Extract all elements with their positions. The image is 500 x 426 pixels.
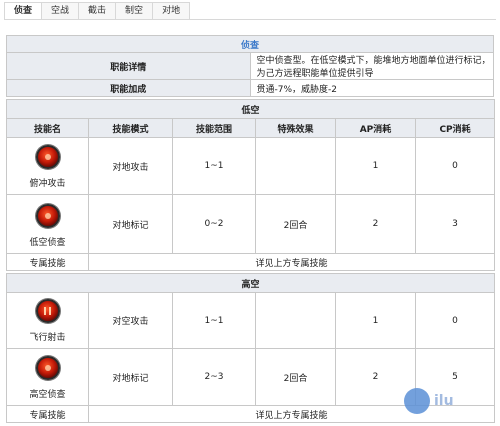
skill-ap: 2	[335, 194, 416, 254]
col-special-effect: 特殊效果	[255, 118, 336, 138]
skill-mode: 对地攻击	[88, 137, 173, 195]
skill-mode: 对地标记	[88, 194, 173, 254]
role-info-table: 侦查 职能详情 空中侦查型。在低空模式下，能堆地方地面单位进行标记，为己方远程职…	[6, 35, 494, 97]
col-cp-cost: CP消耗	[414, 118, 496, 138]
tab-air-combat[interactable]: 空战	[42, 2, 80, 20]
table-row: 俯冲攻击 对地攻击 1~1 1 0	[6, 137, 496, 195]
col-ap-cost: AP消耗	[335, 118, 416, 138]
watermark-text: ilu	[434, 393, 454, 409]
low-altitude-table: 低空 技能名 技能模式 技能范围 特殊效果 AP消耗 CP消耗 俯冲攻击 对地攻…	[5, 99, 496, 271]
skill-ap: 1	[335, 292, 416, 349]
tab-bar: 侦查 空战 截击 制空 对地	[4, 2, 191, 20]
skill-range: 1~1	[172, 137, 256, 195]
skill-effect: 2回合	[255, 194, 336, 254]
role-detail-value: 空中侦查型。在低空模式下，能堆地方地面单位进行标记，为己方远程职能单位提供引导	[249, 52, 494, 80]
skill-mode: 对地标记	[88, 348, 173, 406]
skill-range: 2~3	[172, 348, 256, 406]
high-altitude-title: 高空	[5, 273, 496, 293]
col-skill-range: 技能范围	[172, 118, 256, 138]
role-bonus-value: 贯通-7%，威胁度-2	[249, 79, 494, 97]
tab-recon[interactable]: 侦查	[4, 2, 43, 20]
skill-cell: 飞行射击	[6, 292, 89, 349]
skill-effect	[255, 137, 336, 195]
role-detail-label: 职能详情	[6, 52, 251, 80]
col-skill-mode: 技能模式	[88, 118, 173, 138]
low-altitude-title: 低空	[5, 99, 496, 119]
skill-cp: 3	[414, 194, 496, 254]
table-row: 低空侦查 对地标记 0~2 2回合 2 3	[6, 194, 496, 254]
tab-air-superiority[interactable]: 制空	[116, 2, 154, 20]
role-bonus-label: 职能加成	[6, 79, 251, 97]
skill-cell: 俯冲攻击	[6, 137, 89, 195]
skill-effect	[255, 292, 336, 349]
skill-cp: 0	[414, 292, 496, 349]
special-skill-value: 详见上方专属技能	[87, 253, 496, 271]
low-recon-icon	[35, 204, 60, 228]
role-title: 侦查	[6, 35, 494, 53]
skill-effect: 2回合	[255, 348, 336, 406]
flight-shot-icon	[35, 299, 60, 323]
skill-name: 低空侦查	[29, 238, 66, 248]
special-skill-label: 专属技能	[6, 405, 89, 423]
tab-ground-attack[interactable]: 对地	[153, 2, 191, 20]
special-skill-label: 专属技能	[6, 253, 89, 271]
skill-cp: 0	[414, 137, 496, 195]
dive-attack-icon	[35, 145, 60, 169]
skill-cell: 高空侦查	[6, 348, 89, 406]
skill-name: 俯冲攻击	[29, 179, 66, 189]
watermark-logo-icon	[404, 388, 430, 414]
skill-cell: 低空侦查	[6, 194, 89, 254]
skill-name: 高空侦查	[29, 390, 66, 400]
table-row: 飞行射击 对空攻击 1~1 1 0	[6, 292, 496, 349]
tab-intercept[interactable]: 截击	[79, 2, 117, 20]
skill-name: 飞行射击	[29, 333, 66, 343]
watermark: ilu	[404, 386, 494, 416]
col-skill-name: 技能名	[6, 118, 89, 138]
high-recon-icon	[35, 356, 60, 380]
tab-divider	[4, 19, 496, 20]
skill-range: 1~1	[172, 292, 256, 349]
skill-ap: 1	[335, 137, 416, 195]
skill-range: 0~2	[172, 194, 256, 254]
skill-mode: 对空攻击	[88, 292, 173, 349]
